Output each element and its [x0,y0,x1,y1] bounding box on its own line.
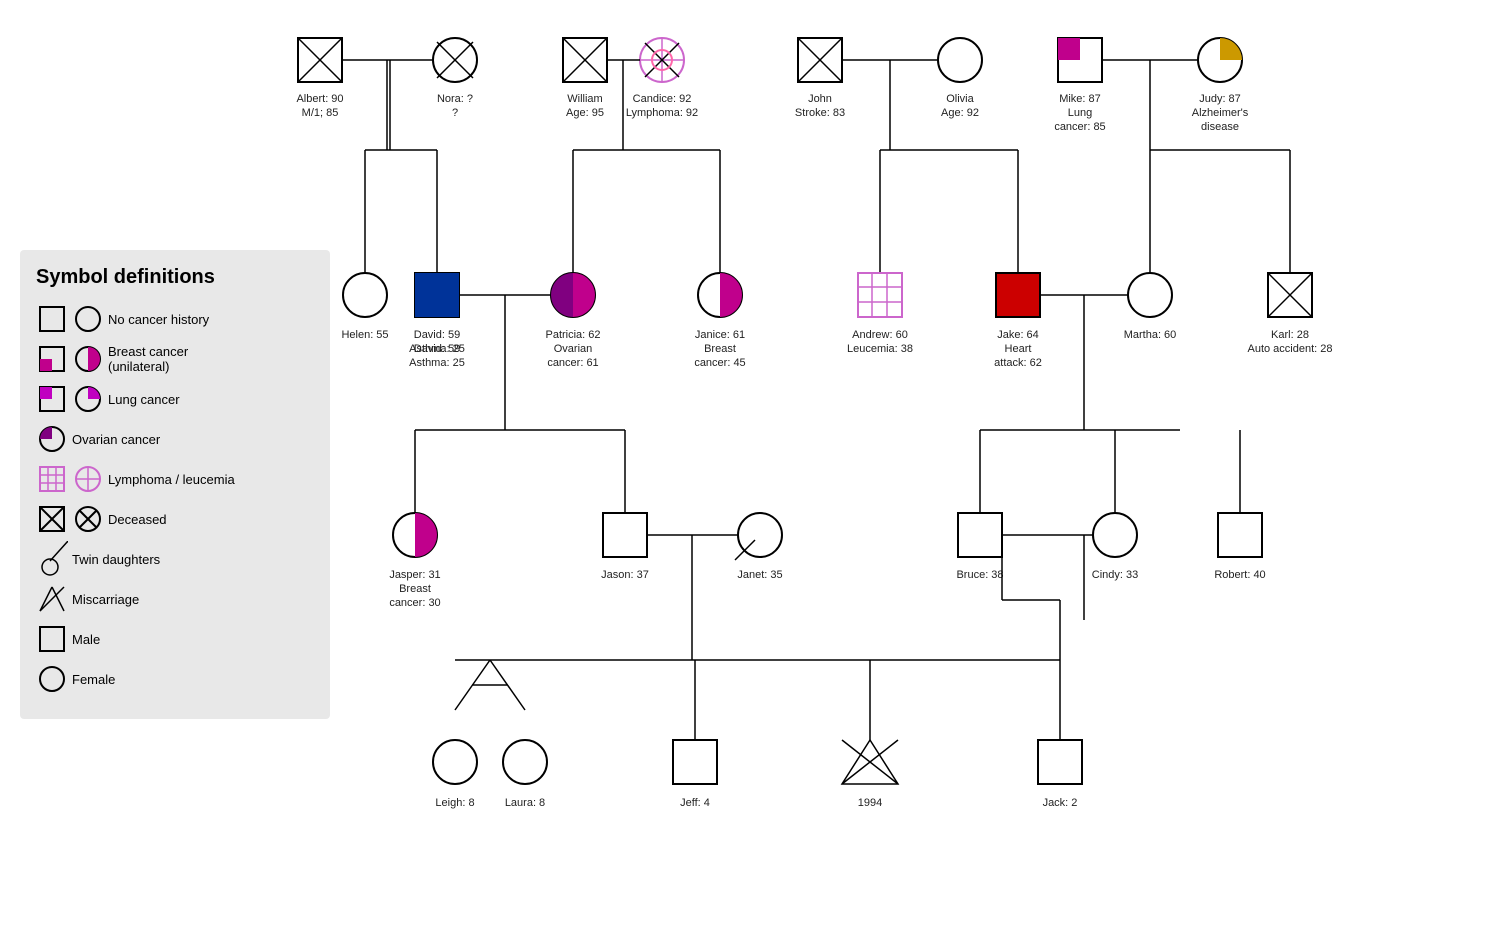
patricia-fill2 [573,273,595,317]
albert-label2: M/1; 85 [302,107,339,119]
patricia-label1: Patricia: 62 [545,329,600,341]
laura-symbol [503,740,547,784]
janet-label1: Janet: 35 [737,569,782,581]
john-label1: John [808,93,832,105]
andrew-symbol [858,273,902,317]
miscarriage-label: 1994 [858,797,882,809]
martha-label1: Martha: 60 [1124,329,1177,341]
jake-label2: Heart [1005,343,1032,355]
jasper-label1: Jasper: 31 [389,569,440,581]
jasper-label3: cancer: 30 [389,597,440,609]
jason-label1: Jason: 37 [601,569,649,581]
olivia-label2: Age: 92 [941,107,979,119]
andrew-label1: Andrew: 60 [852,329,908,341]
jack-label1: Jack: 2 [1043,797,1078,809]
judy-fill [1220,38,1242,60]
jeff-symbol [673,740,717,784]
jasper-fill [415,513,437,557]
janice-fill [720,273,742,317]
nora-label2: ? [452,107,458,119]
karl-label1: Karl: 28 [1271,329,1309,341]
mike-cancer-fill [1058,38,1080,60]
robert-symbol [1218,513,1262,557]
olivia-symbol [938,38,982,82]
judy-label1: Judy: 87 [1199,93,1241,105]
patricia-fill [551,273,573,317]
william-label2: Age: 95 [566,107,604,119]
janet-arrow [735,540,755,560]
david-label3: Asthma: 25 [409,357,465,369]
nora-label1: Nora: ? [437,93,473,105]
jack-symbol [1038,740,1082,784]
robert-label1: Robert: 40 [1214,569,1265,581]
mike-label1: Mike: 87 [1059,93,1101,105]
cindy-symbol [1093,513,1137,557]
patricia-label2: Ovarian [554,343,593,355]
jason-symbol [603,513,647,557]
candice-label1: Candice: 92 [633,93,692,105]
albert-label1: Albert: 90 [296,93,343,105]
andrew-label2: Leucemia: 38 [847,343,913,355]
john-label2: Stroke: 83 [795,107,845,119]
judy-label2: Alzheimer's [1192,107,1249,119]
martha-symbol [1128,273,1172,317]
helen-symbol [343,273,387,317]
david-label-fix1: David: 59 [414,329,460,341]
helen-label1: Helen: 55 [341,329,388,341]
david-fill-cover [415,273,459,317]
jeff-label1: Jeff: 4 [680,797,710,809]
jake-label3: attack: 62 [994,357,1042,369]
mike-label3: cancer: 85 [1054,121,1105,133]
dummy3 [1060,620,1084,660]
pedigree-svg: .label { font-family: Arial, sans-serif;… [0,0,1500,950]
janice-label3: cancer: 45 [694,357,745,369]
leigh-label1: Leigh: 8 [435,797,474,809]
jasper-label2: Breast [399,583,431,595]
cindy-label1: Cindy: 33 [1092,569,1138,581]
patricia-label3: cancer: 61 [547,357,598,369]
jake-label1: Jake: 64 [997,329,1039,341]
bruce-symbol [958,513,1002,557]
janice-label1: Janice: 61 [695,329,745,341]
candice-label2: Lymphoma: 92 [626,107,698,119]
janice-label2: Breast [704,343,736,355]
mike-label2: Lung [1068,107,1092,119]
william-label1: William [567,93,602,105]
david-label-fix2: Asthma: 25 [409,343,465,355]
laura-label1: Laura: 8 [505,797,545,809]
karl-label2: Auto accident: 28 [1247,343,1332,355]
bruce-label1: Bruce: 38 [956,569,1003,581]
leigh-symbol [433,740,477,784]
judy-label3: disease [1201,121,1239,133]
jake-symbol [996,273,1040,317]
olivia-label1: Olivia [946,93,974,105]
